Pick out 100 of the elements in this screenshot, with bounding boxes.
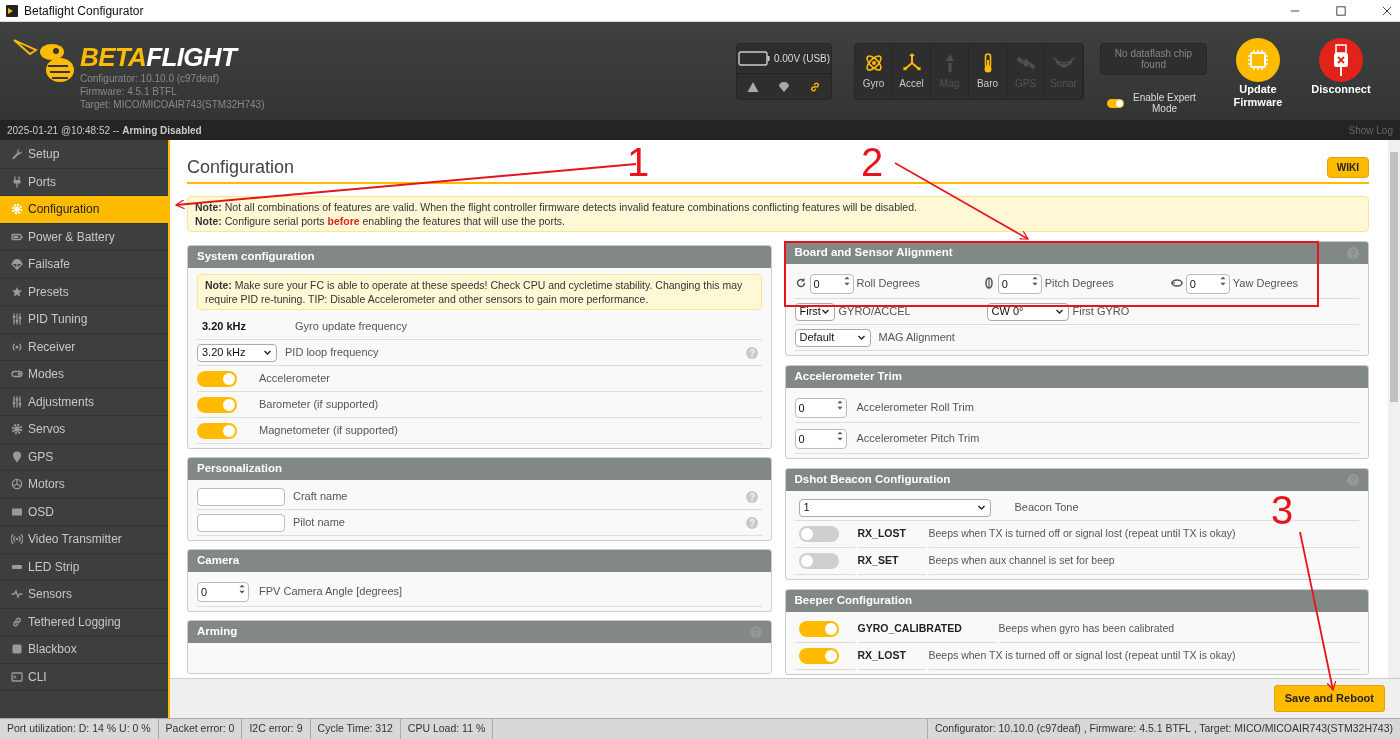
sidebar-item[interactable]: Failsafe bbox=[0, 251, 168, 279]
sidebar-item[interactable]: Sensors bbox=[0, 581, 168, 609]
sidebar-item[interactable]: Power & Battery bbox=[0, 223, 168, 251]
chip-icon bbox=[1236, 38, 1280, 82]
sidebar-item[interactable]: GPS bbox=[0, 443, 168, 471]
close-icon bbox=[1382, 5, 1392, 16]
field-label: Pitch Degrees bbox=[1044, 275, 1114, 291]
page-title: Configuration bbox=[187, 156, 295, 178]
usb-disconnect-icon bbox=[1319, 38, 1363, 82]
maximize-icon bbox=[1336, 5, 1346, 16]
sidebar-item[interactable]: PID Tuning bbox=[0, 306, 168, 334]
panel-title: Board and Sensor Alignment bbox=[794, 245, 953, 261]
toggle-switch[interactable] bbox=[798, 553, 839, 569]
battery-icon bbox=[737, 51, 770, 66]
sidebar-item[interactable]: Receiver bbox=[0, 333, 168, 361]
field-label: Yaw Degrees bbox=[1232, 275, 1299, 291]
gear-icon bbox=[11, 423, 23, 436]
panel-title: Dshot Beacon Configuration bbox=[794, 472, 951, 488]
field-label: Barometer (if supported) bbox=[259, 397, 379, 413]
sidebar-item[interactable]: Adjustments bbox=[0, 388, 168, 416]
panel-title: Camera bbox=[197, 553, 240, 569]
sidebar-item[interactable]: Setup bbox=[0, 141, 168, 169]
signal-icon bbox=[11, 533, 23, 546]
sidebar-item[interactable]: Presets bbox=[0, 278, 168, 306]
sidebar-item[interactable]: LED Strip bbox=[0, 553, 168, 581]
field-label: GYRO/ACCEL bbox=[838, 304, 911, 320]
link-icon bbox=[11, 615, 23, 628]
yaw-icon bbox=[1170, 277, 1183, 289]
sidebar-item[interactable]: OSD bbox=[0, 498, 168, 526]
note-text: Note: Not all combinations of features are valid. When the flight controller firmware detects invalid feature combinations conflicting features will be disabled. bbox=[195, 200, 918, 214]
voltage-reading: 0.00V (USB) bbox=[773, 52, 831, 66]
toggle-switch[interactable] bbox=[197, 396, 237, 413]
sidebar-item[interactable]: Modes bbox=[0, 361, 168, 389]
field-label: Gyro update frequency bbox=[295, 319, 407, 335]
field-label: Roll Degrees bbox=[856, 275, 921, 291]
sensor-indicator: Baro bbox=[969, 44, 1007, 99]
version-text: Configurator: 10.10.0 (c97deaf) bbox=[80, 72, 220, 85]
annotation-number: 2 bbox=[861, 140, 884, 184]
toggle-switch[interactable] bbox=[197, 422, 237, 439]
chevron-icon bbox=[263, 348, 272, 357]
status-text: I2C error: 9 bbox=[242, 719, 311, 739]
expert-mode-toggle[interactable] bbox=[1106, 98, 1124, 108]
status-text: CPU Load: 11 % bbox=[400, 719, 494, 739]
toggle-switch[interactable] bbox=[798, 621, 839, 637]
gear-icon bbox=[11, 203, 23, 216]
panel-title: System configuration bbox=[197, 249, 315, 265]
version-status-text: Configurator: 10.10.0 (c97deaf) , Firmware: 4.5.1 BTFL , Target: MICO/MICOAIR743(STM32H743) bbox=[926, 719, 1400, 739]
pulse-icon bbox=[11, 588, 23, 601]
number-field[interactable]: 0 bbox=[794, 398, 847, 418]
number-field[interactable]: 0 bbox=[809, 274, 854, 294]
spinner-arrows-icon[interactable] bbox=[237, 582, 247, 596]
number-field[interactable]: 0 bbox=[197, 582, 249, 602]
sliders-icon bbox=[11, 313, 23, 326]
update-firmware-button[interactable]: Update Firmware bbox=[1225, 83, 1291, 109]
text-input-field[interactable] bbox=[197, 487, 285, 506]
field-label: Magnetometer (if supported) bbox=[259, 423, 398, 439]
version-text: Target: MICO/MICOAIR743(STM32H743) bbox=[80, 98, 265, 111]
fan-icon bbox=[11, 478, 23, 491]
dropdown[interactable]: Default bbox=[794, 328, 871, 347]
field-label: Pilot name bbox=[293, 515, 345, 531]
dropdown[interactable]: 1 bbox=[798, 498, 991, 517]
field-label: PID loop frequency bbox=[285, 345, 379, 361]
text-input-field[interactable] bbox=[197, 513, 285, 532]
chevron-icon bbox=[976, 503, 986, 512]
beeper-name: GYRO_CALIBRATED bbox=[857, 621, 962, 637]
sidebar-item[interactable]: Motors bbox=[0, 471, 168, 499]
save-and-reboot-button[interactable]: Save and Reboot bbox=[1273, 685, 1385, 712]
toggle-switch[interactable] bbox=[798, 648, 839, 664]
dropdown[interactable]: 3.20 kHz bbox=[197, 343, 277, 362]
value-text: 3.20 kHz bbox=[201, 319, 248, 335]
toggle-switch[interactable] bbox=[197, 370, 237, 387]
rotate-icon bbox=[794, 277, 807, 289]
field-label: Accelerometer bbox=[259, 371, 330, 387]
chevron-icon bbox=[856, 333, 866, 342]
beeper-description: Beeps when gyro has been calibrated bbox=[998, 621, 1175, 637]
star-icon bbox=[11, 285, 23, 298]
sensor-indicator: Gyro bbox=[855, 44, 893, 99]
chevron-icon bbox=[820, 307, 830, 316]
dataflash-status: No dataflash chip found bbox=[1100, 43, 1207, 75]
scrollbar[interactable] bbox=[1388, 140, 1400, 678]
arming-status: 2025-01-21 @10:48:52 -- Arming Disabled bbox=[7, 123, 202, 138]
sidebar-item[interactable]: Servos bbox=[0, 416, 168, 444]
pitch-icon bbox=[982, 277, 995, 289]
sidebar-item[interactable]: Configuration bbox=[0, 196, 168, 224]
note-text: Note: Configure serial ports before enabling the features that will use the ports. bbox=[195, 214, 567, 228]
sidebar-item[interactable]: Blackbox bbox=[0, 636, 168, 664]
expert-mode-label: Enable Expert Mode bbox=[1132, 92, 1197, 114]
number-field[interactable]: 0 bbox=[1185, 274, 1230, 294]
number-field[interactable]: 0 bbox=[794, 429, 847, 449]
field-label: Beacon Tone bbox=[1014, 500, 1079, 516]
sidebar-item[interactable]: Tethered Logging bbox=[0, 608, 168, 636]
disconnect-button[interactable]: Disconnect bbox=[1311, 83, 1371, 96]
sidebar-item[interactable]: Video Transmitter bbox=[0, 526, 168, 554]
beeper-description: Beeps when TX is turned off or signal lost (repeat until TX is okay) bbox=[928, 526, 1236, 542]
number-field[interactable]: 0 bbox=[997, 274, 1042, 294]
terminal-icon bbox=[11, 670, 23, 683]
sidebar-item[interactable]: CLI bbox=[0, 663, 168, 691]
wiki-button[interactable]: WIKI bbox=[1326, 156, 1369, 178]
toggle-switch[interactable] bbox=[798, 526, 839, 542]
plug-icon bbox=[11, 175, 23, 188]
